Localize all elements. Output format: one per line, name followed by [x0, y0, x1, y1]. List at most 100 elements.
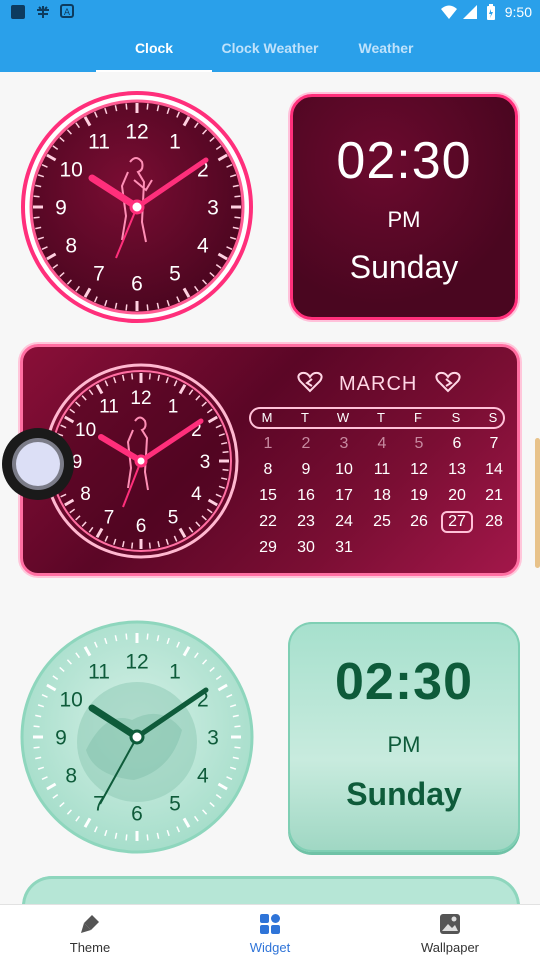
clock-numeral: 6 — [136, 516, 147, 537]
bottom-navigation: Theme Widget Wallpaper — [0, 904, 540, 960]
tab-clock-weather[interactable]: Clock Weather — [212, 26, 328, 72]
scrollbar[interactable] — [535, 438, 540, 568]
status-time: 9:50 — [504, 4, 532, 20]
wifi-icon — [440, 4, 458, 21]
heart-left-icon[interactable] — [297, 371, 323, 393]
clock-tick — [125, 304, 128, 311]
clock-numeral: 8 — [65, 765, 77, 788]
digital-time: 02:30 — [335, 653, 473, 711]
calendar-day[interactable]: 19 — [404, 487, 434, 505]
calendar-day[interactable]: 9 — [291, 461, 321, 479]
calendar-day[interactable]: 5 — [404, 435, 434, 453]
calendar-day[interactable]: 21 — [479, 487, 509, 505]
clock-tick — [131, 542, 134, 549]
digital-ampm: PM — [387, 732, 421, 757]
clock-tick — [125, 834, 128, 841]
digital-day: Sunday — [346, 776, 462, 812]
clock-numeral: 8 — [65, 235, 77, 258]
clock-numeral: 12 — [130, 388, 151, 409]
clock-numeral: 12 — [125, 121, 148, 144]
clock-numeral: 1 — [169, 661, 181, 684]
clock-numeral: 9 — [55, 197, 67, 220]
calendar-day[interactable]: 13 — [442, 461, 472, 479]
tab-weather[interactable]: Weather — [328, 26, 444, 72]
clock-tick — [33, 216, 40, 219]
calendar-day[interactable]: 3 — [329, 435, 359, 453]
clock-tick — [146, 633, 149, 640]
battery-icon — [486, 4, 496, 21]
clock-numeral: 4 — [197, 765, 209, 788]
calendar-day[interactable]: 17 — [329, 487, 359, 505]
pink-analog-clock-face: 12 1234567891011 — [21, 91, 253, 323]
calendar-day[interactable]: 23 — [291, 513, 321, 531]
nav-wallpaper[interactable]: Wallpaper — [360, 905, 540, 960]
weekday-label: T — [301, 410, 309, 425]
calendar-day[interactable]: 26 — [404, 513, 434, 531]
teal-analog-clock-widget[interactable]: 12 1 2 3 4 5 6 7 8 9 10 11 — [20, 620, 254, 854]
clock-tick — [125, 633, 128, 640]
clock-numeral: 11 — [99, 396, 119, 417]
clock-tick — [234, 216, 241, 219]
calendar-day[interactable]: 6 — [442, 435, 472, 453]
calendar-day[interactable]: 12 — [404, 461, 434, 479]
clock-numeral: 5 — [169, 792, 181, 815]
weekday-label: W — [336, 410, 350, 425]
calendar-day[interactable]: 10 — [329, 461, 359, 479]
teal-analog-clock-face: 12 1234567891011 — [20, 620, 254, 854]
calendar-day[interactable]: 2 — [291, 435, 321, 453]
status-bar: A 9:50 — [0, 0, 540, 26]
teal-calendar-widget-partial[interactable] — [22, 876, 520, 904]
pink-calendar-clock-widget[interactable]: 12 1 2 3 4 5 6 7 8 9 10 11 MARCH M T W T F S S 1234… — [20, 344, 520, 576]
calendar-day[interactable]: 7 — [479, 435, 509, 453]
floating-button-core — [16, 442, 60, 486]
teal-digital-clock-widget[interactable]: 02:30 PM Sunday — [288, 622, 520, 852]
clock-numeral: 4 — [197, 235, 209, 258]
calendar-day[interactable]: 8 — [253, 461, 283, 479]
calendar-day[interactable]: 1 — [253, 435, 283, 453]
calendar-day[interactable]: 28 — [479, 513, 509, 531]
clock-numeral: 7 — [93, 792, 105, 815]
clock-numeral: 11 — [88, 131, 110, 154]
a-box-icon: A — [60, 4, 74, 21]
floating-assist-button[interactable] — [2, 428, 74, 500]
bug-icon — [34, 4, 52, 21]
weekday-label: S — [488, 410, 498, 425]
widget-list[interactable]: 12 1 2 3 4 5 6 7 8 9 10 11 02:30 PM Sunday 12 1 2 3 4 5 6… — [0, 72, 540, 904]
calendar-day[interactable]: 14 — [479, 461, 509, 479]
calendar-weekday-header: M T W T F S S — [249, 407, 505, 429]
digital-ampm: PM — [387, 207, 421, 232]
calendar-day[interactable]: 29 — [253, 539, 283, 557]
clock-tick — [146, 103, 149, 110]
nav-widget[interactable]: Widget — [180, 905, 360, 960]
calendar-day[interactable]: 16 — [291, 487, 321, 505]
clock-numeral: 5 — [168, 507, 179, 528]
weekday-label: M — [261, 410, 273, 425]
clock-tick — [33, 195, 40, 198]
digital-day: Sunday — [349, 249, 459, 285]
calendar-month: MARCH — [339, 373, 418, 395]
calendar-day[interactable]: 4 — [367, 435, 397, 453]
calendar-day[interactable]: 18 — [367, 487, 397, 505]
clock-numeral: 3 — [207, 727, 219, 750]
nav-theme[interactable]: Theme — [0, 905, 180, 960]
calendar-day[interactable]: 20 — [442, 487, 472, 505]
grid-icon — [260, 914, 280, 934]
calendar-day[interactable]: 15 — [253, 487, 283, 505]
nav-widget-label: Widget — [249, 940, 291, 955]
calendar-day[interactable]: 24 — [329, 513, 359, 531]
clock-numeral: 3 — [207, 197, 219, 220]
digital-time: 02:30 — [336, 132, 472, 190]
calendar-day[interactable]: 22 — [253, 513, 283, 531]
clock-numeral: 7 — [93, 262, 105, 285]
clock-numeral: 5 — [169, 262, 181, 285]
tab-clock[interactable]: Clock — [96, 26, 212, 72]
calendar-day[interactable]: 25 — [367, 513, 397, 531]
calendar-day[interactable]: 30 — [291, 539, 321, 557]
pink-digital-clock-widget[interactable]: 02:30 PM Sunday — [290, 94, 518, 320]
clock-numeral: 6 — [131, 803, 143, 826]
heart-right-icon[interactable] — [435, 371, 461, 393]
clock-tick — [222, 451, 229, 454]
calendar-day[interactable]: 31 — [329, 539, 359, 557]
pink-analog-clock-widget[interactable]: 12 1 2 3 4 5 6 7 8 9 10 11 — [20, 90, 254, 324]
calendar-day[interactable]: 11 — [367, 461, 397, 479]
